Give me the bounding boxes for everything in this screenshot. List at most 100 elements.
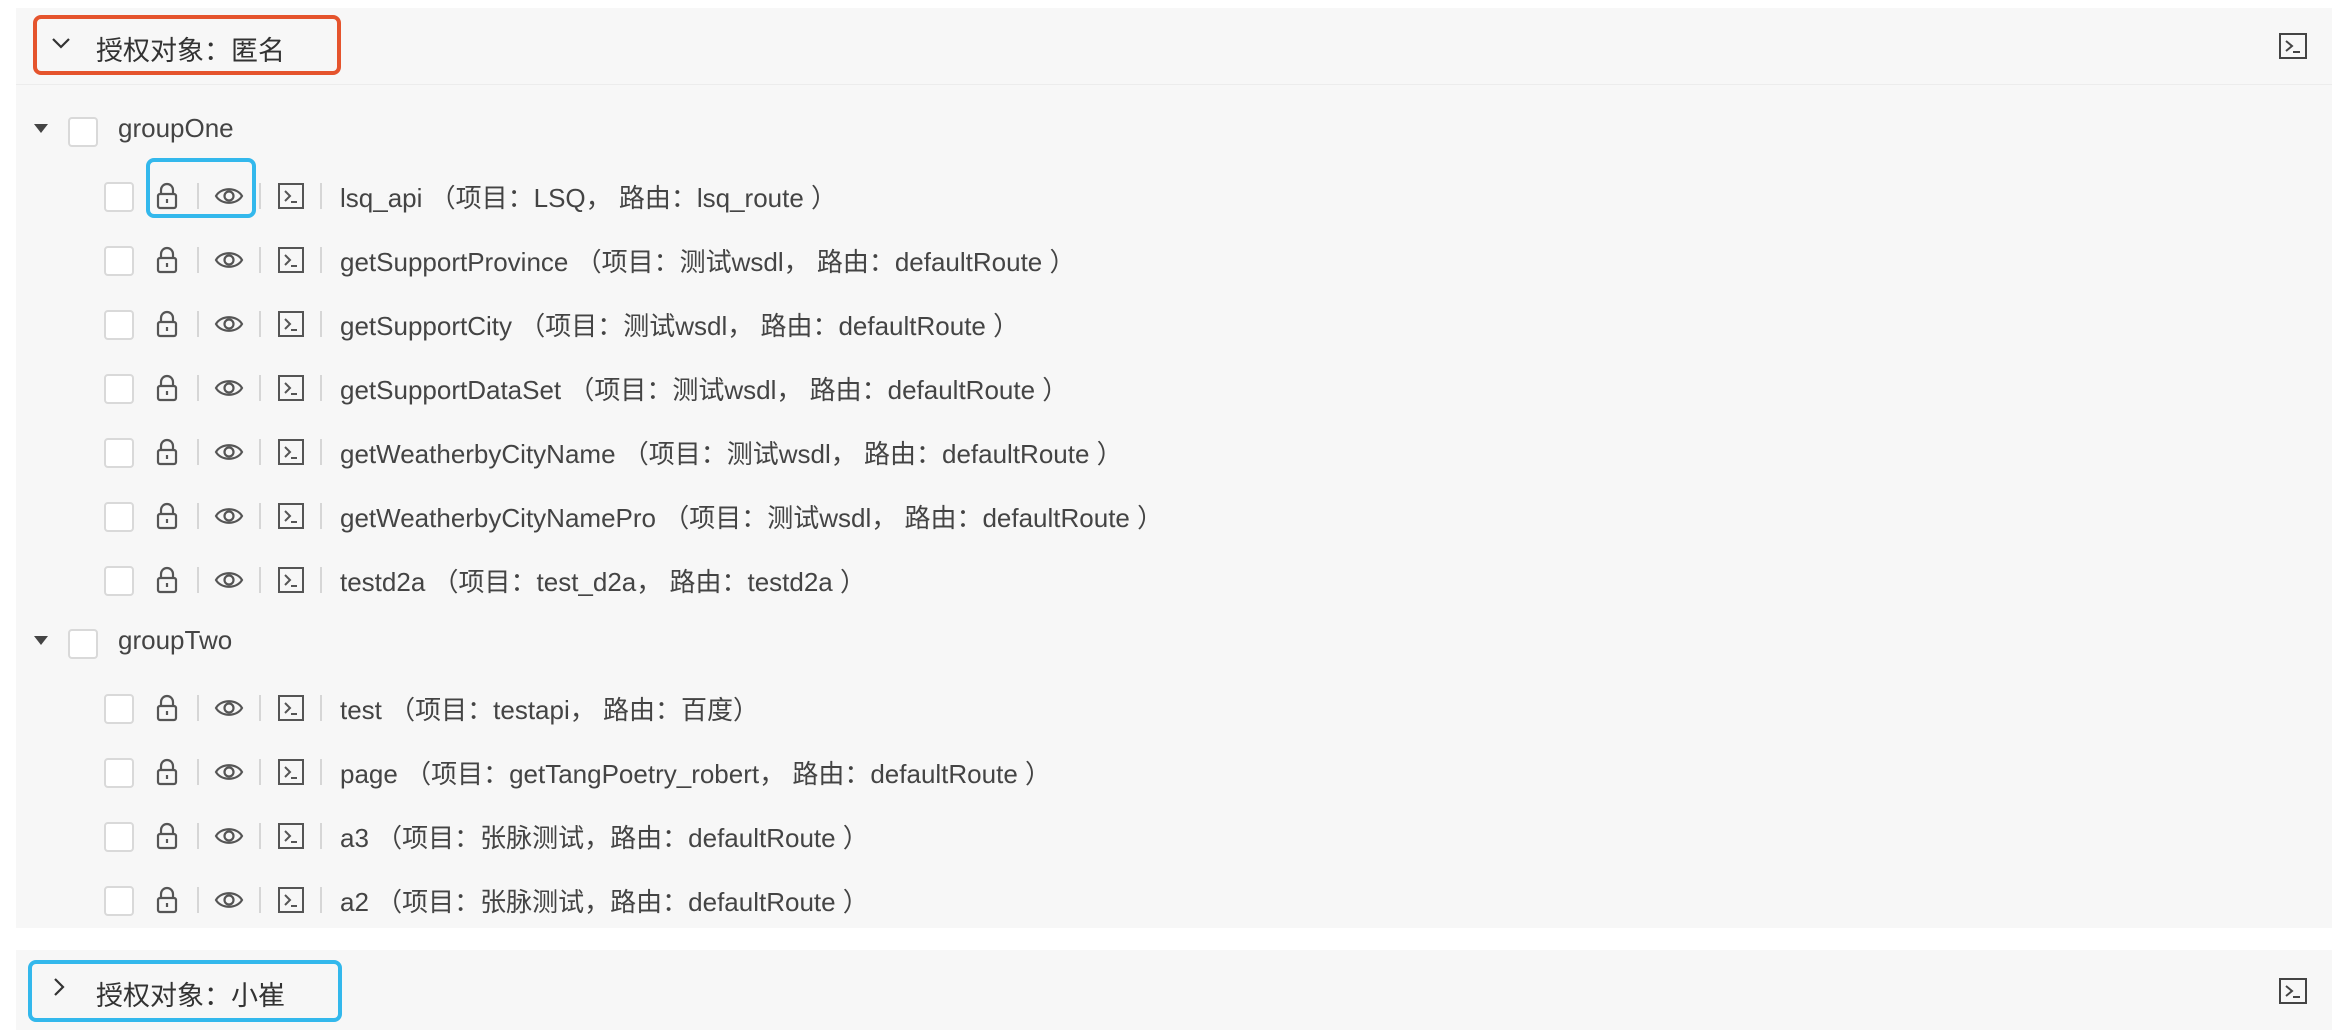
api-checkbox[interactable]	[104, 374, 134, 404]
lock-icon[interactable]	[152, 245, 182, 275]
eye-icon[interactable]	[214, 501, 244, 531]
api-checkbox[interactable]	[104, 886, 134, 916]
terminal-icon[interactable]	[276, 181, 306, 211]
api-label: getWeatherbyCityNamePro （项目：测试wsdl， 路由：d…	[340, 503, 1164, 533]
divider	[259, 695, 261, 721]
lock-icon[interactable]	[152, 437, 182, 467]
divider	[197, 247, 199, 273]
terminal-icon[interactable]	[2278, 31, 2308, 61]
divider	[197, 375, 199, 401]
lock-icon[interactable]	[152, 821, 182, 851]
api-label: page （项目：getTangPoetry_robert， 路由：defaul…	[340, 759, 1052, 789]
chevron-right-icon[interactable]	[48, 976, 70, 998]
terminal-icon[interactable]	[276, 885, 306, 915]
group-label: groupOne	[118, 113, 234, 143]
auth-panel-header[interactable]: 授权对象：匿名	[16, 8, 2332, 85]
eye-icon[interactable]	[214, 757, 244, 787]
api-checkbox[interactable]	[104, 566, 134, 596]
divider	[259, 311, 261, 337]
eye-icon[interactable]	[214, 885, 244, 915]
api-checkbox[interactable]	[104, 438, 134, 468]
api-label: test （项目：testapi， 路由：百度）	[340, 695, 759, 725]
lock-icon[interactable]	[152, 693, 182, 723]
divider	[320, 695, 322, 721]
api-row[interactable]: getWeatherbyCityName （项目：测试wsdl， 路由：defa…	[16, 424, 2332, 480]
eye-icon[interactable]	[214, 373, 244, 403]
auth-panel-header[interactable]: 授权对象：小崔	[16, 950, 2332, 1030]
api-checkbox[interactable]	[104, 822, 134, 852]
api-row[interactable]: page （项目：getTangPoetry_robert， 路由：defaul…	[16, 744, 2332, 800]
api-label: getSupportDataSet （项目：测试wsdl， 路由：default…	[340, 375, 1069, 405]
api-label: getSupportCity （项目：测试wsdl， 路由：defaultRou…	[340, 311, 1020, 341]
group-row[interactable]: groupTwo	[16, 616, 2332, 672]
terminal-icon[interactable]	[276, 501, 306, 531]
terminal-icon[interactable]	[276, 693, 306, 723]
eye-icon[interactable]	[214, 693, 244, 723]
caret-down-icon[interactable]	[34, 124, 48, 133]
auth-panel-anonymous: 授权对象：匿名 groupOne lsq_api （项目：LSQ， 路由：lsq_…	[16, 8, 2332, 928]
lock-icon[interactable]	[152, 309, 182, 339]
api-label: a3 （项目：张脉测试，路由：defaultRoute ）	[340, 823, 869, 853]
eye-icon[interactable]	[214, 245, 244, 275]
lock-icon[interactable]	[152, 885, 182, 915]
divider	[320, 503, 322, 529]
api-row[interactable]: getSupportProvince （项目：测试wsdl， 路由：defaul…	[16, 232, 2332, 288]
divider	[259, 759, 261, 785]
api-checkbox[interactable]	[104, 246, 134, 276]
divider	[197, 759, 199, 785]
api-checkbox[interactable]	[104, 182, 134, 212]
divider	[259, 375, 261, 401]
api-checkbox[interactable]	[104, 694, 134, 724]
terminal-icon[interactable]	[276, 565, 306, 595]
divider	[259, 439, 261, 465]
eye-icon[interactable]	[214, 437, 244, 467]
lock-icon[interactable]	[152, 757, 182, 787]
terminal-icon[interactable]	[276, 437, 306, 467]
divider	[320, 759, 322, 785]
eye-icon[interactable]	[214, 821, 244, 851]
auth-panel-xiaocui: 授权对象：小崔	[16, 950, 2332, 1030]
divider	[197, 311, 199, 337]
divider	[197, 503, 199, 529]
lock-icon[interactable]	[152, 565, 182, 595]
api-checkbox[interactable]	[104, 758, 134, 788]
api-label: testd2a （项目：test_d2a， 路由：testd2a ）	[340, 567, 866, 597]
api-row[interactable]: test （项目：testapi， 路由：百度）	[16, 680, 2332, 736]
group-checkbox[interactable]	[68, 117, 98, 147]
terminal-icon[interactable]	[2278, 976, 2308, 1006]
divider	[320, 567, 322, 593]
group-label: groupTwo	[118, 625, 233, 655]
terminal-icon[interactable]	[276, 757, 306, 787]
group-checkbox[interactable]	[68, 629, 98, 659]
lock-icon[interactable]	[152, 501, 182, 531]
api-row[interactable]: testd2a （项目：test_d2a， 路由：testd2a ）	[16, 552, 2332, 608]
divider	[259, 247, 261, 273]
api-label: lsq_api （项目：LSQ， 路由：lsq_route ）	[340, 183, 838, 213]
divider	[320, 375, 322, 401]
terminal-icon[interactable]	[276, 373, 306, 403]
api-row[interactable]: a3 （项目：张脉测试，路由：defaultRoute ）	[16, 808, 2332, 864]
api-row[interactable]: getWeatherbyCityNamePro （项目：测试wsdl， 路由：d…	[16, 488, 2332, 544]
group-row[interactable]: groupOne	[16, 104, 2332, 160]
api-row[interactable]: getSupportCity （项目：测试wsdl， 路由：defaultRou…	[16, 296, 2332, 352]
terminal-icon[interactable]	[276, 309, 306, 339]
api-row[interactable]: getSupportDataSet （项目：测试wsdl， 路由：default…	[16, 360, 2332, 416]
divider	[259, 183, 261, 209]
api-row[interactable]: a2 （项目：张脉测试，路由：defaultRoute ）	[16, 872, 2332, 928]
divider	[259, 823, 261, 849]
terminal-icon[interactable]	[276, 245, 306, 275]
chevron-down-icon[interactable]	[50, 32, 72, 54]
api-row[interactable]: lsq_api （项目：LSQ， 路由：lsq_route ）	[16, 168, 2332, 224]
divider	[259, 887, 261, 913]
divider	[197, 887, 199, 913]
eye-icon[interactable]	[214, 565, 244, 595]
divider	[197, 439, 199, 465]
lock-icon[interactable]	[152, 373, 182, 403]
eye-icon[interactable]	[214, 309, 244, 339]
caret-down-icon[interactable]	[34, 636, 48, 645]
api-checkbox[interactable]	[104, 310, 134, 340]
api-checkbox[interactable]	[104, 502, 134, 532]
highlight-box-blue	[146, 158, 256, 218]
panel-title: 授权对象：匿名	[96, 36, 285, 66]
terminal-icon[interactable]	[276, 821, 306, 851]
